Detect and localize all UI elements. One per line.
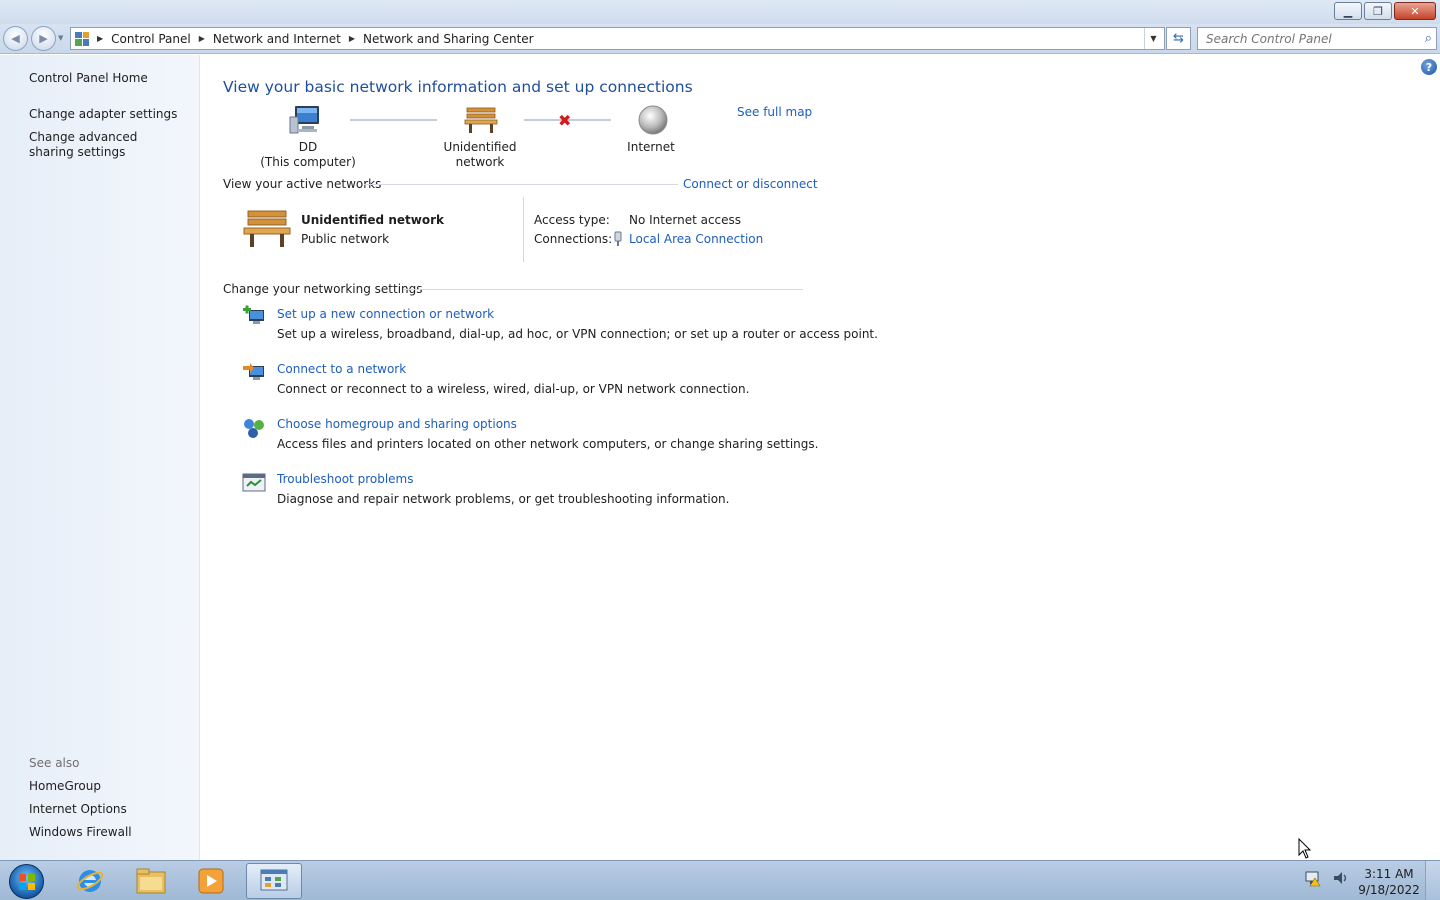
connect-or-disconnect-link[interactable]: Connect or disconnect — [683, 177, 818, 191]
breadcrumb-network-and-internet[interactable]: Network and Internet — [213, 32, 341, 46]
access-type-value: No Internet access — [629, 213, 742, 227]
homegroup-link[interactable]: HomeGroup — [29, 779, 101, 794]
connect-to-network-description: Connect or reconnect to a wireless, wire… — [277, 382, 750, 396]
network-adapter-icon — [614, 231, 622, 246]
recent-pages-chevron-icon[interactable]: ▼ — [58, 34, 63, 42]
bench-network-large-icon — [243, 210, 291, 247]
computer-node-label: DD (This computer) — [258, 140, 358, 170]
internet-node-label: Internet — [627, 140, 675, 154]
address-dropdown-icon[interactable]: ▼ — [1144, 28, 1162, 49]
internet-globe-icon — [638, 105, 668, 135]
setup-connection-link[interactable]: Set up a new connection or network — [277, 307, 494, 321]
control-panel-window-icon — [260, 869, 288, 891]
close-button[interactable]: ✕ — [1394, 2, 1436, 20]
taskbar-internet-explorer[interactable] — [62, 863, 118, 899]
folder-icon — [136, 868, 166, 894]
connect-to-network-link[interactable]: Connect to a network — [277, 362, 406, 376]
search-icon[interactable]: ⌕ — [1425, 31, 1432, 46]
clock-date: 9/18/2022 — [1358, 883, 1420, 897]
forward-button[interactable]: ▶ — [31, 26, 56, 51]
breadcrumb-control-panel[interactable]: Control Panel — [111, 32, 191, 46]
section-divider — [364, 184, 678, 185]
homegroup-sharing-link[interactable]: Choose homegroup and sharing options — [277, 417, 517, 431]
window-controls: ▁ ❐ ✕ — [1332, 2, 1436, 20]
breadcrumb-arrow-icon[interactable]: ▶ — [199, 34, 205, 43]
minimize-button[interactable]: ▁ — [1334, 2, 1362, 20]
show-desktop-button[interactable] — [1425, 861, 1440, 900]
see-full-map-link[interactable]: See full map — [737, 105, 812, 119]
refresh-button[interactable]: ⇆ — [1166, 27, 1191, 50]
windows-firewall-link[interactable]: Windows Firewall — [29, 825, 132, 840]
back-button[interactable]: ◀ — [3, 26, 28, 51]
connect-to-network-icon — [243, 363, 264, 380]
access-type-label: Access type: — [534, 213, 610, 227]
troubleshoot-icon — [242, 473, 266, 492]
media-player-icon — [198, 868, 224, 894]
no-connection-x-icon: ✖ — [558, 111, 572, 130]
connections-label: Connections: — [534, 232, 613, 246]
homegroup-sharing-description: Access files and printers located on oth… — [277, 437, 819, 451]
page-title: View your basic network information and … — [223, 78, 693, 96]
taskbar-control-panel[interactable] — [246, 863, 302, 899]
network-node-label: Unidentified network — [443, 140, 517, 169]
volume-icon[interactable] — [1332, 869, 1350, 887]
taskbar: 3:11 AM 9/18/2022 — [0, 860, 1440, 900]
computer-subtitle: (This computer) — [260, 155, 356, 169]
clock-time: 3:11 AM — [1364, 867, 1414, 881]
title-bar: ▁ ❐ ✕ — [0, 0, 1440, 24]
network-location-type-link[interactable]: Public network — [301, 232, 389, 246]
internet-explorer-icon — [76, 870, 104, 892]
homegroup-icon — [244, 419, 264, 438]
control-panel-home-link[interactable]: Control Panel Home — [29, 71, 148, 86]
back-arrow-icon: ◀ — [11, 32, 20, 45]
bench-network-icon — [464, 107, 498, 133]
internet-options-link[interactable]: Internet Options — [29, 802, 127, 817]
see-also-label: See also — [29, 756, 80, 770]
refresh-icon: ⇆ — [1173, 31, 1184, 46]
notification-area — [1304, 869, 1350, 887]
restore-button[interactable]: ❐ — [1364, 2, 1392, 20]
vertical-divider — [523, 197, 524, 262]
taskbar-windows-explorer[interactable] — [123, 863, 179, 899]
active-networks-title: View your active networks — [223, 177, 382, 191]
active-network-name: Unidentified network — [301, 213, 444, 227]
mouse-pointer-icon — [1298, 838, 1312, 859]
address-bar[interactable]: ▶ Control Panel ▶ Network and Internet ▶… — [70, 27, 1165, 50]
windows-logo-icon — [18, 873, 35, 890]
map-connection-line — [350, 119, 437, 121]
breadcrumb-network-and-sharing-center[interactable]: Network and Sharing Center — [363, 32, 534, 46]
computer-icon — [289, 106, 319, 134]
networking-settings-title: Change your networking settings — [223, 282, 423, 296]
setup-connection-description: Set up a wireless, broadband, dial-up, a… — [277, 327, 878, 341]
section-divider — [403, 289, 803, 290]
taskbar-media-player[interactable] — [183, 863, 239, 899]
network-status-icon[interactable] — [1304, 869, 1322, 887]
start-button[interactable] — [9, 864, 44, 899]
left-navigation-pane: Control Panel Home Change adapter settin… — [0, 55, 200, 860]
change-advanced-sharing-settings-link[interactable]: Change advanced sharing settings — [29, 130, 179, 160]
breadcrumb-arrow-icon[interactable]: ▶ — [97, 34, 103, 43]
breadcrumb-arrow-icon[interactable]: ▶ — [349, 34, 355, 43]
troubleshoot-description: Diagnose and repair network problems, or… — [277, 492, 730, 506]
system-clock[interactable]: 3:11 AM 9/18/2022 — [1356, 866, 1422, 898]
forward-arrow-icon: ▶ — [39, 32, 48, 45]
troubleshoot-link[interactable]: Troubleshoot problems — [277, 472, 413, 486]
control-panel-icon — [75, 31, 89, 46]
search-input[interactable] — [1206, 31, 1411, 46]
search-box[interactable]: ⌕ — [1197, 27, 1437, 50]
navigation-bar: ◀ ▶ ▼ ▶ Control Panel ▶ Network and Inte… — [0, 24, 1440, 54]
new-connection-icon — [243, 305, 264, 324]
local-area-connection-link[interactable]: Local Area Connection — [629, 232, 763, 246]
change-adapter-settings-link[interactable]: Change adapter settings — [29, 107, 177, 122]
computer-name: DD — [298, 140, 318, 154]
help-icon[interactable]: ? — [1421, 59, 1437, 75]
